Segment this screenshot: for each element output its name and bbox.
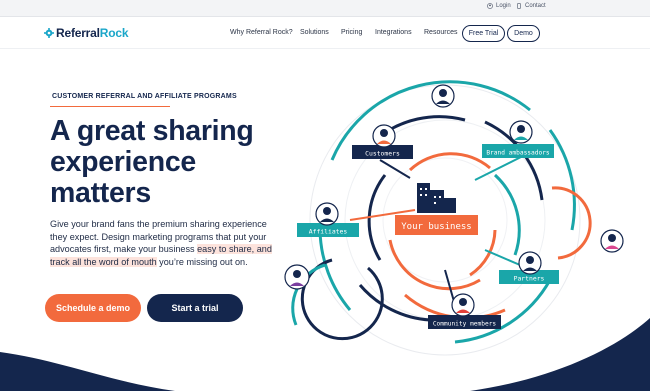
eyebrow-underline (50, 106, 170, 107)
gear-logo-icon (44, 28, 54, 38)
schedule-demo-label: Schedule a demo (55, 303, 131, 313)
login-label: Login (496, 3, 511, 9)
nav-pricing[interactable]: Pricing (341, 29, 362, 36)
main-navbar: Referral Rock Why Referral Rock? Solution… (0, 17, 650, 49)
hero-description: Give your brand fans the premium sharing… (50, 218, 272, 268)
orange-small-circle (551, 186, 592, 260)
building-icon (417, 183, 456, 213)
referral-network-illustration: Your business Customers Brand ambassador… (284, 80, 624, 356)
partners-label: Partners (514, 275, 545, 283)
avatar-right (600, 229, 624, 253)
nav-resources[interactable]: Resources (424, 29, 457, 36)
avatar-affiliates (315, 202, 339, 226)
logo-text-rock: Rock (99, 26, 129, 40)
start-trial-label: Start a trial (171, 303, 219, 313)
free-trial-label: Free Trial (468, 30, 499, 37)
demo-label: Demo (514, 30, 533, 37)
referral-rock-logo[interactable]: Referral Rock (44, 26, 129, 40)
start-trial-button[interactable]: Start a trial (147, 294, 243, 322)
nav-integrations[interactable]: Integrations (375, 29, 412, 36)
contact-label: Contact (525, 3, 546, 9)
navy-arc-bottom-left (358, 284, 431, 322)
avatar-left (284, 264, 310, 290)
avatar-customers (372, 124, 396, 148)
avatar-community (451, 293, 475, 317)
phone-icon (517, 3, 521, 9)
customers-label: Customers (365, 150, 400, 158)
schedule-demo-button[interactable]: Schedule a demo (45, 294, 141, 322)
avatar-partners (518, 251, 542, 275)
nav-solutions[interactable]: Solutions (300, 29, 329, 36)
logo-text-referral: Referral (56, 26, 100, 40)
login-link[interactable]: Login (487, 3, 511, 9)
avatar-top (431, 84, 455, 108)
community-members-label: Community members (433, 321, 497, 328)
hero-body-part2: you’re missing out on. (156, 256, 248, 267)
hero-eyebrow: CUSTOMER REFERRAL AND AFFILIATE PROGRAMS (52, 93, 237, 100)
nav-why-referral-rock[interactable]: Why Referral Rock? (230, 29, 293, 36)
hero-title: A great sharing experience matters (50, 115, 254, 209)
avatar-brand-ambassadors (509, 120, 533, 144)
free-trial-button[interactable]: Free Trial (462, 25, 505, 42)
your-business-label: Your business (401, 222, 471, 232)
user-icon (487, 3, 493, 9)
connector-ambassadors (474, 154, 526, 181)
brand-ambassadors-label: Brand ambassadors (486, 150, 550, 157)
demo-button[interactable]: Demo (507, 25, 540, 42)
top-utility-bar: Login Contact (0, 0, 650, 17)
affiliates-label: Affiliates (309, 228, 348, 236)
contact-link[interactable]: Contact (516, 3, 546, 9)
